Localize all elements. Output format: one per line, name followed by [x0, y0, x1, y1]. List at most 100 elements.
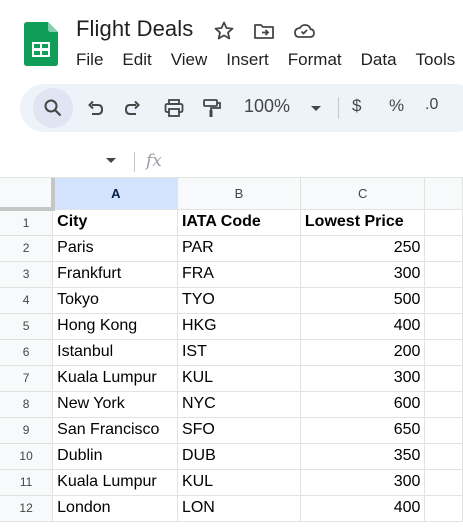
row-header[interactable]: 9: [0, 417, 54, 444]
menu-insert[interactable]: Insert: [226, 49, 269, 71]
cell[interactable]: 300: [300, 365, 426, 392]
cell[interactable]: [424, 209, 463, 236]
table-row: 8 New York NYC 600: [0, 391, 463, 418]
cell[interactable]: New York: [52, 391, 178, 418]
cell[interactable]: 400: [300, 495, 426, 522]
chevron-down-icon[interactable]: [304, 96, 328, 120]
cell[interactable]: SFO: [177, 417, 301, 444]
cell[interactable]: PAR: [177, 235, 301, 262]
star-icon[interactable]: [212, 19, 236, 43]
title-bar: Flight Deals File Edit View Insert Forma…: [0, 0, 463, 82]
cell[interactable]: 400: [300, 313, 426, 340]
cloud-saved-icon[interactable]: [292, 19, 316, 43]
cell[interactable]: [424, 469, 463, 496]
row-header[interactable]: 1: [0, 209, 54, 236]
menu-tools[interactable]: Tools: [416, 49, 456, 71]
menu-bar: File Edit View Insert Format Data Tools: [76, 49, 463, 71]
row-header[interactable]: 3: [0, 261, 54, 288]
cell[interactable]: LON: [177, 495, 301, 522]
cell[interactable]: 600: [300, 391, 426, 418]
cell[interactable]: City: [52, 209, 178, 236]
sheets-logo-icon[interactable]: [24, 22, 58, 66]
undo-icon[interactable]: [83, 96, 107, 120]
column-header-b[interactable]: B: [177, 178, 301, 210]
table-row: 7 Kuala Lumpur KUL 300: [0, 365, 463, 392]
format-percent-button[interactable]: %: [389, 96, 404, 116]
table-row: 5 Hong Kong HKG 400: [0, 313, 463, 340]
decrease-decimal-button[interactable]: .0: [425, 96, 438, 114]
cell[interactable]: KUL: [177, 365, 301, 392]
cell[interactable]: HKG: [177, 313, 301, 340]
cell[interactable]: 300: [300, 261, 426, 288]
row-header[interactable]: 7: [0, 365, 54, 392]
format-currency-button[interactable]: $: [352, 96, 361, 116]
cell[interactable]: [424, 313, 463, 340]
table-row: 12 London LON 400: [0, 495, 463, 522]
cell[interactable]: NYC: [177, 391, 301, 418]
row-header[interactable]: 2: [0, 235, 54, 262]
spreadsheet-grid: A B C 1 City IATA Code Lowest Price 2 Pa…: [0, 178, 463, 522]
menu-view[interactable]: View: [171, 49, 208, 71]
menu-data[interactable]: Data: [361, 49, 397, 71]
cell[interactable]: Kuala Lumpur: [52, 469, 178, 496]
cell[interactable]: IST: [177, 339, 301, 366]
redo-icon[interactable]: [121, 96, 145, 120]
print-icon[interactable]: [162, 96, 186, 120]
row-header[interactable]: 11: [0, 469, 54, 496]
table-row: 6 Istanbul IST 200: [0, 339, 463, 366]
cell[interactable]: TYO: [177, 287, 301, 314]
cell[interactable]: [424, 365, 463, 392]
search-icon[interactable]: [41, 96, 65, 120]
cell[interactable]: 500: [300, 287, 426, 314]
cell[interactable]: KUL: [177, 469, 301, 496]
cell[interactable]: Hong Kong: [52, 313, 178, 340]
toolbar-divider: [338, 97, 339, 119]
cell[interactable]: [424, 443, 463, 470]
row-header[interactable]: 6: [0, 339, 54, 366]
column-header-d[interactable]: [424, 178, 463, 210]
name-box-dropdown-icon[interactable]: [104, 154, 118, 168]
cell[interactable]: [424, 391, 463, 418]
cell[interactable]: 350: [300, 443, 426, 470]
cell[interactable]: FRA: [177, 261, 301, 288]
cell[interactable]: London: [52, 495, 178, 522]
cell[interactable]: IATA Code: [177, 209, 301, 236]
cell[interactable]: [424, 417, 463, 444]
cell[interactable]: Dublin: [52, 443, 178, 470]
menu-edit[interactable]: Edit: [122, 49, 151, 71]
row-header[interactable]: 4: [0, 287, 54, 314]
row-header[interactable]: 10: [0, 443, 54, 470]
cell[interactable]: 200: [300, 339, 426, 366]
cell[interactable]: [424, 235, 463, 262]
cell[interactable]: [424, 339, 463, 366]
select-all-corner[interactable]: [0, 178, 55, 211]
cell[interactable]: [424, 495, 463, 522]
formula-bar: fx: [0, 144, 463, 178]
menu-file[interactable]: File: [76, 49, 103, 71]
cell[interactable]: Frankfurt: [52, 261, 178, 288]
cell[interactable]: 300: [300, 469, 426, 496]
cell[interactable]: Istanbul: [52, 339, 178, 366]
table-row: 3 Frankfurt FRA 300: [0, 261, 463, 288]
cell[interactable]: Tokyo: [52, 287, 178, 314]
row-header[interactable]: 5: [0, 313, 54, 340]
cell[interactable]: San Francisco: [52, 417, 178, 444]
table-row: 4 Tokyo TYO 500: [0, 287, 463, 314]
column-header-c[interactable]: C: [300, 178, 426, 210]
move-to-folder-icon[interactable]: [252, 19, 276, 43]
row-header[interactable]: 8: [0, 391, 54, 418]
cell[interactable]: 650: [300, 417, 426, 444]
cell[interactable]: DUB: [177, 443, 301, 470]
cell[interactable]: Paris: [52, 235, 178, 262]
document-title[interactable]: Flight Deals: [76, 16, 193, 42]
cell[interactable]: Kuala Lumpur: [52, 365, 178, 392]
menu-format[interactable]: Format: [288, 49, 342, 71]
row-header[interactable]: 12: [0, 495, 54, 522]
cell[interactable]: 250: [300, 235, 426, 262]
paint-format-icon[interactable]: [200, 96, 224, 120]
column-header-a[interactable]: A: [52, 178, 178, 210]
zoom-select[interactable]: 100%: [244, 96, 290, 117]
cell[interactable]: [424, 261, 463, 288]
cell[interactable]: [424, 287, 463, 314]
cell[interactable]: Lowest Price: [300, 209, 426, 236]
